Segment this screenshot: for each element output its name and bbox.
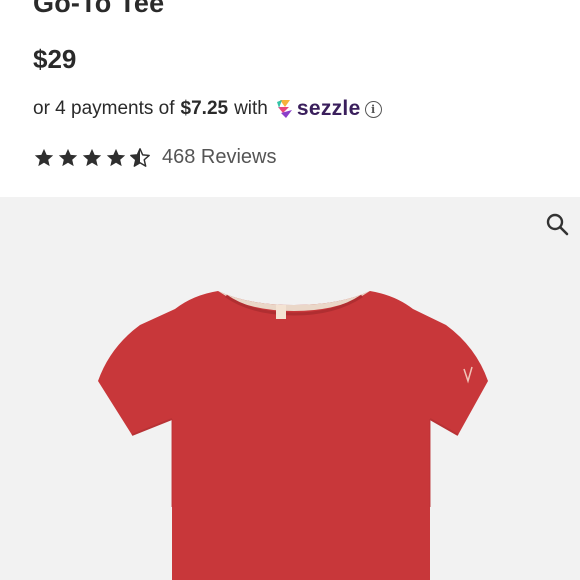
installment-prefix: or 4 payments of <box>33 98 175 119</box>
star-half-icon <box>130 147 150 167</box>
installment-info: or 4 payments of $7.25 with sezzle i <box>33 97 382 121</box>
sezzle-logo-icon <box>276 100 292 118</box>
star-full-icon <box>106 148 126 166</box>
star-full-icon <box>82 148 102 166</box>
star-full-icon <box>58 148 78 166</box>
sezzle-wordmark: sezzle <box>296 97 361 120</box>
sezzle-logo[interactable]: sezzle <box>275 97 361 121</box>
t-shirt-image <box>98 291 488 580</box>
magnifier-icon[interactable] <box>544 211 570 237</box>
star-full-icon <box>34 148 54 166</box>
info-icon[interactable]: i <box>364 100 382 118</box>
product-title: Go-To Tee <box>33 0 165 18</box>
installment-middle: with <box>234 98 268 119</box>
reviews-link[interactable]: 468 Reviews <box>162 146 277 169</box>
star-rating <box>33 147 151 169</box>
product-image[interactable] <box>0 197 580 580</box>
product-price: $29 <box>33 44 77 74</box>
installment-amount: $7.25 <box>180 98 229 119</box>
rating-row[interactable]: 468 Reviews <box>33 146 277 169</box>
